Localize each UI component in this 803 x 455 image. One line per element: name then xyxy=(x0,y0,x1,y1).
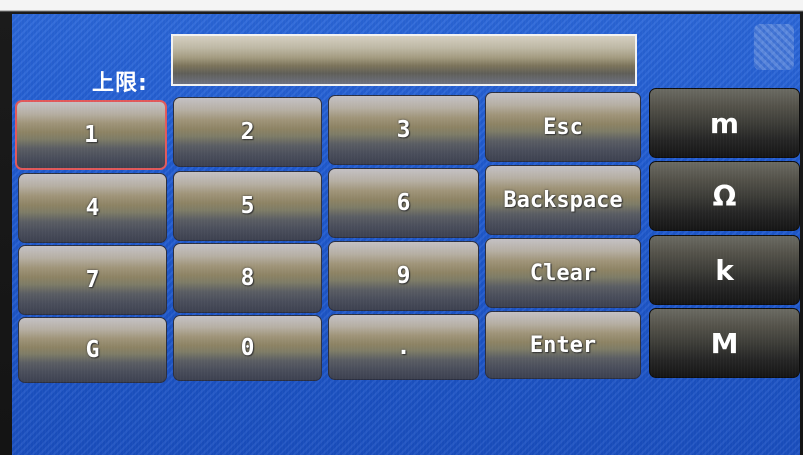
screen-glare xyxy=(754,24,794,70)
key-unit-m[interactable]: m xyxy=(649,88,800,158)
key-3[interactable]: 3 xyxy=(328,95,479,165)
key-2[interactable]: 2 xyxy=(173,97,322,167)
key-8[interactable]: 8 xyxy=(173,243,322,313)
key-clear[interactable]: Clear xyxy=(485,238,641,308)
key-enter[interactable]: Enter xyxy=(485,311,641,379)
key-unit-ohm[interactable]: Ω xyxy=(649,161,800,231)
touch-screen: 上限: 1 2 3 Esc m 4 5 6 Backspace Ω 7 8 9 … xyxy=(12,14,800,455)
key-unit-mega[interactable]: M xyxy=(649,308,800,378)
key-0[interactable]: 0 xyxy=(173,315,322,381)
key-backspace[interactable]: Backspace xyxy=(485,165,641,235)
key-9[interactable]: 9 xyxy=(328,241,479,311)
key-unit-k[interactable]: k xyxy=(649,235,800,305)
key-1[interactable]: 1 xyxy=(15,100,167,170)
key-4[interactable]: 4 xyxy=(18,173,167,243)
upper-limit-label: 上限: xyxy=(92,71,148,96)
key-6[interactable]: 6 xyxy=(328,168,479,238)
key-unit-g[interactable]: G xyxy=(18,317,167,383)
upper-limit-input[interactable] xyxy=(171,34,637,86)
key-5[interactable]: 5 xyxy=(173,171,322,241)
key-decimal-point[interactable]: . xyxy=(328,314,479,380)
key-esc[interactable]: Esc xyxy=(485,92,641,162)
key-7[interactable]: 7 xyxy=(18,245,167,315)
